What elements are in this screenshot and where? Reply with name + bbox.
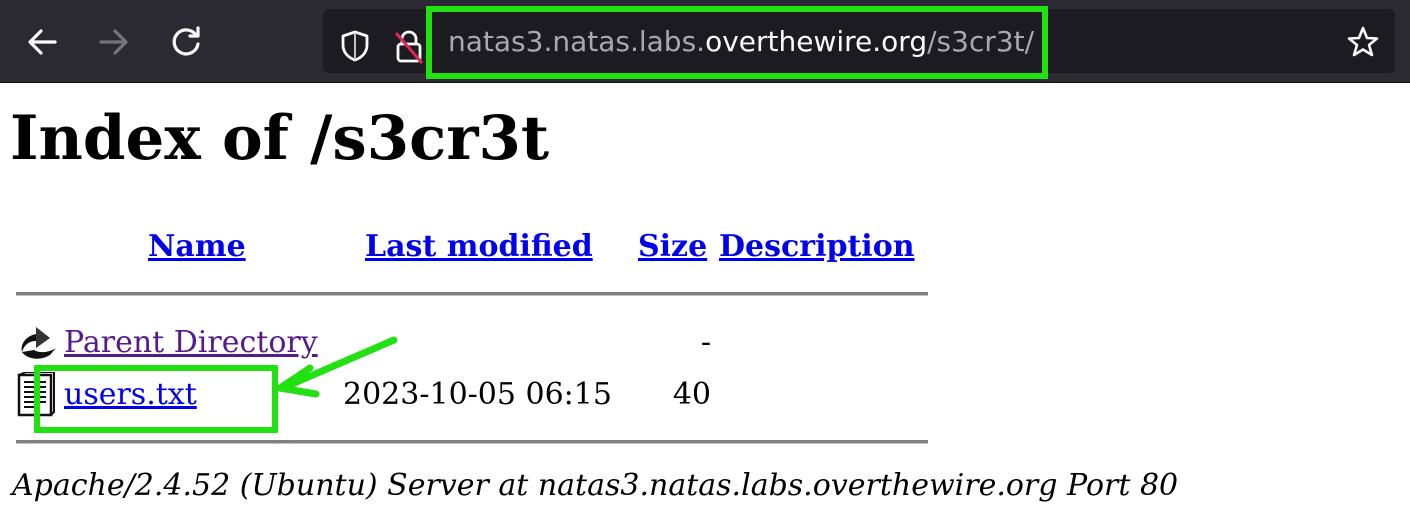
shield-icon[interactable] [339,29,371,63]
sort-by-name-link[interactable]: Name [148,229,246,264]
forward-button[interactable] [94,22,134,62]
reload-icon [172,26,200,56]
file-highlight-box [34,365,278,433]
insecure-lock-icon[interactable] [393,29,425,65]
page-title: Index of /s3cr3t [10,103,550,174]
footer-divider [16,440,928,444]
header-divider [16,292,928,296]
column-header-size: Size [638,228,707,266]
star-icon[interactable] [1346,25,1380,59]
arrow-left-icon [28,29,57,55]
back-button[interactable] [22,22,62,62]
sort-by-size-link[interactable]: Size [638,229,707,264]
column-header-name: Name [148,228,246,266]
back-folder-icon [21,327,56,359]
column-header-last-modified: Last modified [365,228,593,266]
annotation-arrow-icon [276,336,398,398]
file-size: - [700,325,711,360]
file-size: 40 [672,377,711,412]
arrow-right-icon [99,29,128,55]
server-signature: Apache/2.4.52 (Ubuntu) Server at natas3.… [12,468,1179,503]
url-highlight-box [426,6,1048,79]
reload-button[interactable] [166,22,206,62]
column-header-description: Description [719,228,915,266]
sort-by-last-modified-link[interactable]: Last modified [365,229,593,264]
sort-by-description-link[interactable]: Description [719,229,915,264]
